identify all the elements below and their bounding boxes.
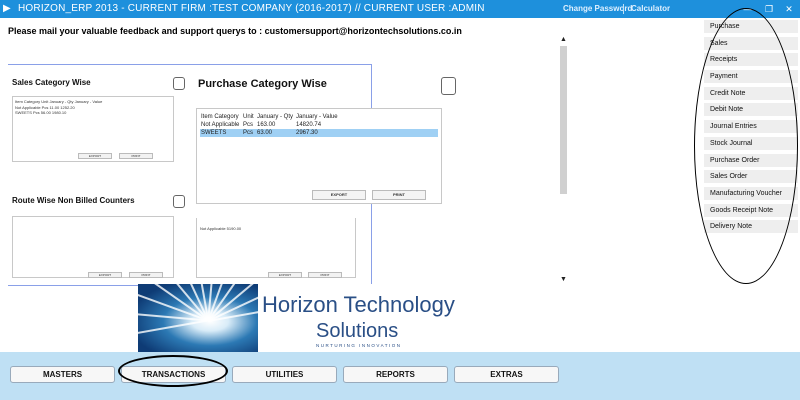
calculator-link[interactable]: Calculator (631, 4, 670, 13)
menu-item-manufacturing-voucher[interactable]: Manufacturing Voucher (704, 186, 798, 200)
column-header: Item Category (201, 114, 239, 120)
company-logo: Horizon Technology Solutions NURTURING I… (138, 284, 474, 352)
sales-export-button[interactable]: EXPORT (78, 153, 112, 159)
menu-item-journal-entries[interactable]: Journal Entries (704, 120, 798, 134)
change-password-link[interactable]: Change Password (563, 4, 632, 13)
purchase-export-button[interactable]: EXPORT (312, 190, 366, 200)
route-wise-checkbox[interactable] (173, 195, 185, 208)
menu-item-credit-note[interactable]: Credit Note (704, 86, 798, 100)
purchase-category-checkbox[interactable] (441, 77, 456, 95)
sales-category-checkbox[interactable] (173, 77, 185, 90)
nav-extras-button[interactable]: EXTRAS (454, 366, 559, 383)
logo-text-line2: Solutions (316, 320, 399, 342)
cell-category: SWEETS (201, 130, 227, 136)
cell-value: 2967.30 (296, 130, 318, 136)
scroll-thumb[interactable] (560, 46, 567, 194)
table-row[interactable]: Not Applicable Pcs 163.00 14820.74 (200, 121, 438, 129)
cell-qty: 163.00 (257, 122, 276, 128)
sales-category-row: SWEETS Pcs 56.00 1980.10 (15, 110, 67, 115)
fourth-export-button[interactable]: EXPORT (268, 272, 302, 278)
menu-item-sales-order[interactable]: Sales Order (704, 170, 798, 184)
table-header-row: Item Category Unit January - Qty January… (200, 113, 438, 121)
menu-item-goods-receipt-note[interactable]: Goods Receipt Note (704, 203, 798, 217)
menu-item-sales[interactable]: Sales (704, 36, 798, 50)
nav-transactions-button[interactable]: TRANSACTIONS (121, 366, 226, 383)
purchase-category-title: Purchase Category Wise (198, 78, 327, 90)
sales-category-title: Sales Category Wise (12, 78, 91, 87)
menu-item-receipts[interactable]: Receipts (704, 53, 798, 67)
nav-reports-button[interactable]: REPORTS (343, 366, 448, 383)
vertical-scrollbar[interactable]: ▲ ▼ (558, 36, 569, 288)
sales-print-button[interactable]: PRINT (119, 153, 153, 159)
title-bar: ▶ HORIZON_ERP 2013 - CURRENT FIRM :TEST … (0, 0, 800, 18)
purchase-print-button[interactable]: PRINT (372, 190, 426, 200)
fourth-print-button[interactable]: PRINT (308, 272, 342, 278)
table-row[interactable]: SWEETS Pcs 63.00 2967.30 (200, 129, 438, 137)
route-wise-title: Route Wise Non Billed Counters (12, 196, 135, 205)
window-title: HORIZON_ERP 2013 - CURRENT FIRM :TEST CO… (18, 3, 485, 14)
logo-text-line1: Horizon Technology (262, 292, 455, 317)
transactions-menu: Purchase Sales Receipts Payment Credit N… (704, 20, 798, 237)
cell-qty: 63.00 (257, 130, 273, 136)
menu-item-delivery-note[interactable]: Delivery Note (704, 220, 798, 234)
column-header: Unit (243, 114, 254, 120)
nav-masters-button[interactable]: MASTERS (10, 366, 115, 383)
cell-category: Not Applicable (201, 122, 240, 128)
route-print-button[interactable]: PRINT (129, 272, 163, 278)
logo-tagline: NURTURING INNOVATION (316, 343, 402, 348)
route-export-button[interactable]: EXPORT (88, 272, 122, 278)
cell-unit: Pcs (243, 122, 254, 128)
titlebar-separator (623, 4, 624, 14)
menu-item-stock-journal[interactable]: Stock Journal (704, 136, 798, 150)
menu-item-purchase-order[interactable]: Purchase Order (704, 153, 798, 167)
feedback-message: Please mail your valuable feedback and s… (8, 26, 462, 36)
menu-item-purchase[interactable]: Purchase (704, 20, 798, 33)
nav-utilities-button[interactable]: UTILITIES (232, 366, 337, 383)
cell-unit: Pcs (243, 130, 254, 136)
app-icon: ▶ (3, 3, 11, 14)
sales-category-headers: Item Category Unit January - Qty January… (15, 99, 103, 104)
route-wise-table (12, 216, 174, 278)
maximize-icon[interactable]: ❐ (762, 2, 776, 16)
column-header: January - Value (296, 114, 338, 120)
purchase-category-grid: Item Category Unit January - Qty January… (200, 113, 438, 137)
cell-value: 14820.74 (296, 122, 322, 128)
minimize-icon[interactable]: — (741, 2, 755, 16)
sunburst-graphic (138, 284, 258, 352)
menu-item-payment[interactable]: Payment (704, 70, 798, 84)
scroll-up-icon[interactable]: ▲ (558, 36, 569, 43)
scroll-down-icon[interactable]: ▼ (558, 276, 569, 283)
column-header: January - Qty (257, 114, 294, 120)
menu-item-debit-note[interactable]: Debit Note (704, 103, 798, 117)
close-icon[interactable]: ✕ (782, 2, 796, 16)
fourth-panel-row: Not Applicable 5190.00 (200, 226, 242, 231)
